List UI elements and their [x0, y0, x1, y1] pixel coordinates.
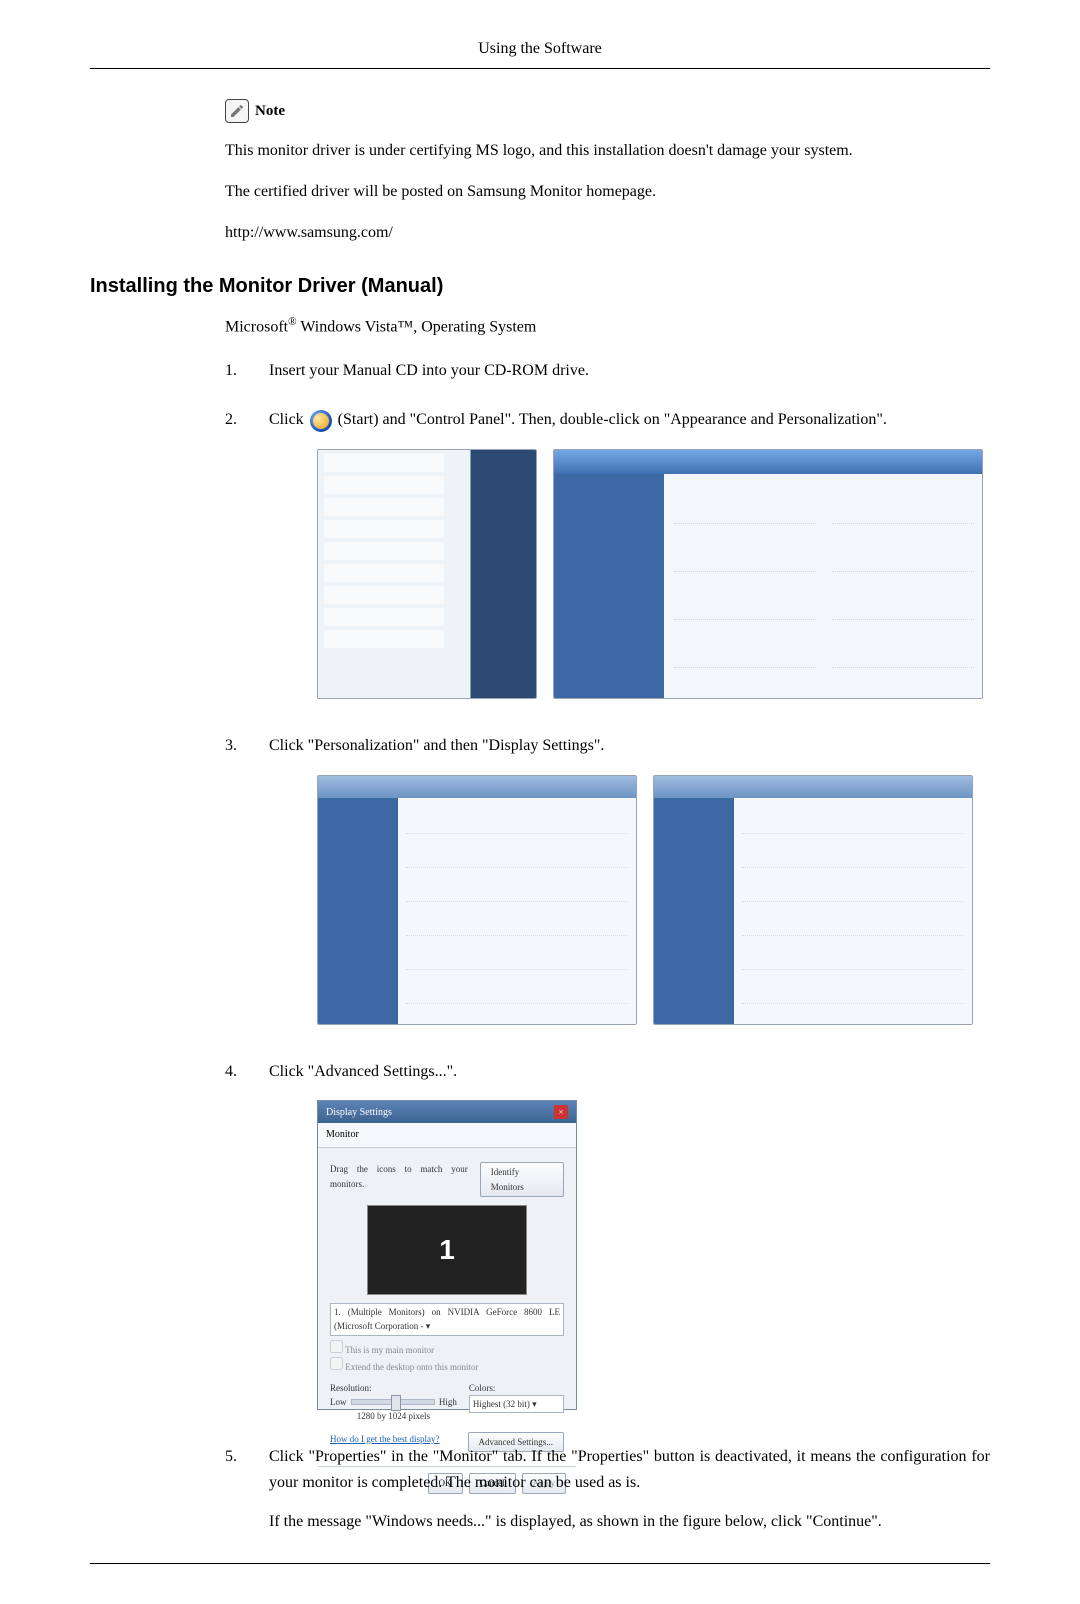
device-select[interactable]: 1. (Multiple Monitors) on NVIDIA GeForce…: [330, 1303, 564, 1336]
note-label: Note: [255, 103, 285, 120]
page-header-title: Using the Software: [90, 40, 990, 69]
resolution-label: Resolution:: [330, 1381, 457, 1395]
note-paragraph-1: This monitor driver is under certifying …: [225, 137, 990, 164]
footer-rule: [90, 1563, 990, 1564]
step-text: Click "Advanced Settings...". Display Se…: [269, 1059, 990, 1421]
extend-desktop-checkbox: [330, 1357, 343, 1370]
step5-text2: If the message "Windows needs..." is dis…: [269, 1509, 990, 1535]
step3-text: Click "Personalization" and then "Displa…: [269, 737, 604, 754]
os-subtitle: Microsoft® Windows Vista™, Operating Sys…: [225, 316, 990, 336]
drag-text: Drag the icons to match your monitors.: [330, 1162, 468, 1197]
note-url: http://www.samsung.com/: [225, 219, 990, 246]
note-row: Note: [225, 99, 990, 123]
start-menu-screenshot: [317, 449, 537, 699]
res-high: High: [439, 1395, 457, 1409]
close-icon[interactable]: ×: [554, 1105, 568, 1119]
step-text: Click (Start) and "Control Panel". Then,…: [269, 407, 990, 709]
main-monitor-checkbox: [330, 1340, 343, 1353]
step-number: 5.: [225, 1444, 245, 1535]
note-paragraph-2: The certified driver will be posted on S…: [225, 178, 990, 205]
step-number: 1.: [225, 358, 245, 384]
monitor-preview[interactable]: 1: [367, 1205, 527, 1295]
step-text: Insert your Manual CD into your CD-ROM d…: [269, 358, 990, 384]
dialog-title: Display Settings: [326, 1105, 392, 1119]
identify-monitors-button[interactable]: Identify Monitors: [480, 1162, 564, 1197]
step-3: 3. Click "Personalization" and then "Dis…: [225, 733, 990, 1035]
os-rest: Windows Vista™, Operating System: [297, 318, 537, 335]
step4-text: Click "Advanced Settings...".: [269, 1063, 457, 1080]
step-number: 4.: [225, 1059, 245, 1421]
step-1: 1. Insert your Manual CD into your CD-RO…: [225, 358, 990, 384]
monitor-number: 1: [439, 1228, 455, 1273]
colors-select[interactable]: Highest (32 bit) ▾: [469, 1395, 564, 1413]
step5-text: Click "Properties" in the "Monitor" tab.…: [269, 1444, 990, 1495]
step-5: 5. Click "Properties" in the "Monitor" t…: [225, 1444, 990, 1535]
step-number: 3.: [225, 733, 245, 1035]
step-text-a: Click: [269, 411, 308, 428]
res-low: Low: [330, 1395, 347, 1409]
appearance-panel-screenshot: [317, 775, 637, 1025]
display-settings-dialog: Display Settings × Monitor Drag the icon…: [317, 1100, 577, 1410]
colors-label: Colors:: [469, 1381, 564, 1395]
resolution-value: 1280 by 1024 pixels: [330, 1409, 457, 1423]
section-heading: Installing the Monitor Driver (Manual): [90, 275, 990, 298]
windows-start-icon: [310, 410, 332, 432]
personalization-panel-screenshot: [653, 775, 973, 1025]
resolution-slider[interactable]: [351, 1399, 435, 1405]
os-prefix: Microsoft: [225, 318, 288, 335]
step-text: Click "Properties" in the "Monitor" tab.…: [269, 1444, 990, 1535]
step-text-b: (Start) and "Control Panel". Then, doubl…: [338, 411, 887, 428]
step-text: Click "Personalization" and then "Displa…: [269, 733, 990, 1035]
chk-main-label: This is my main monitor: [345, 1345, 434, 1355]
monitor-tab[interactable]: Monitor: [318, 1123, 576, 1148]
step-2: 2. Click (Start) and "Control Panel". Th…: [225, 407, 990, 709]
chk-extend-label: Extend the desktop onto this monitor: [345, 1362, 478, 1372]
pencil-note-icon: [225, 99, 249, 123]
step-4: 4. Click "Advanced Settings...". Display…: [225, 1059, 990, 1421]
control-panel-screenshot: [553, 449, 983, 699]
step-number: 2.: [225, 407, 245, 709]
